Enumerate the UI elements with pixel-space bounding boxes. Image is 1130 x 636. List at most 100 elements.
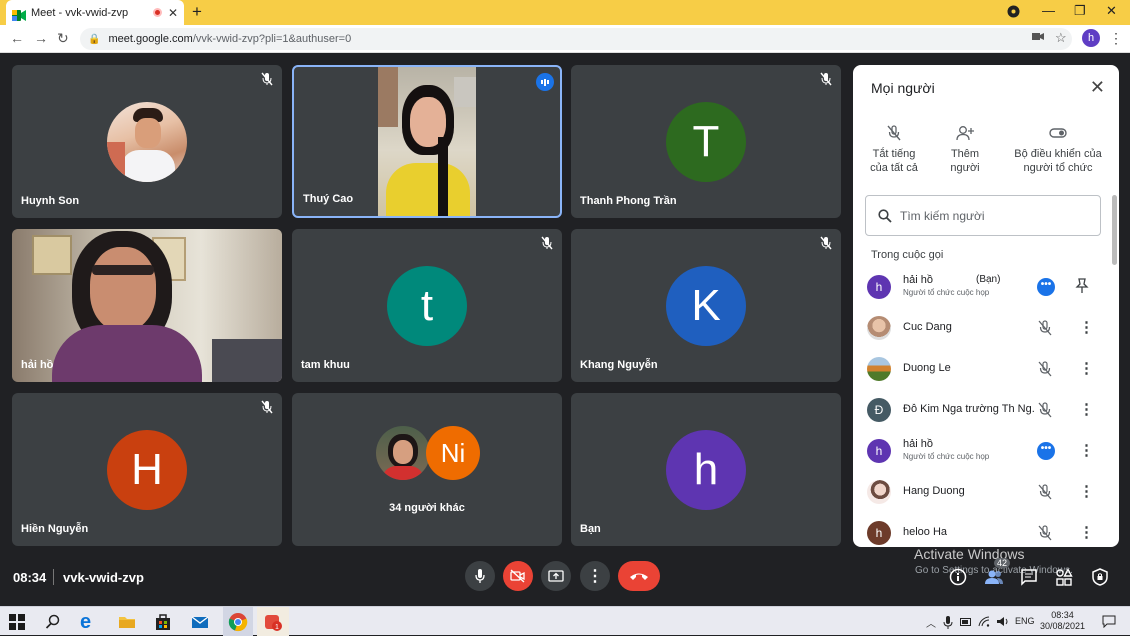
profile-avatar[interactable]: h — [1082, 29, 1100, 47]
participant-row[interactable]: h heloo Ha ⋮ — [853, 512, 1107, 547]
more-options-icon[interactable]: ⋮ — [1079, 441, 1094, 459]
host-controls-shield-icon[interactable] — [1091, 568, 1109, 586]
participant-avatar: H — [107, 430, 187, 510]
more-options-button[interactable]: ⋮ — [580, 561, 610, 591]
others-tile[interactable]: Ni 34 người khác — [292, 393, 562, 546]
chrome-taskbar-active[interactable] — [223, 607, 253, 636]
muted-mic-icon — [261, 72, 273, 86]
more-options-icon[interactable]: ⋮ — [1079, 482, 1094, 500]
browser-menu-icon[interactable]: ⋮ — [1109, 30, 1123, 47]
participant-row[interactable]: Cuc Dang ⋮ — [853, 307, 1107, 348]
hang-up-icon — [630, 573, 648, 580]
camera-in-use-icon[interactable] — [1032, 32, 1044, 44]
wifi-icon[interactable] — [978, 616, 990, 627]
svg-text:1: 1 — [275, 624, 279, 631]
host-controls-button[interactable]: Bộ điều khiển của người tổ chức — [1011, 125, 1105, 175]
tray-chevron-icon[interactable]: ︿ — [926, 615, 936, 630]
present-screen-icon — [548, 570, 564, 582]
participant-tile-active-speaker[interactable]: Thuý Cao — [292, 65, 562, 218]
url-field[interactable]: 🔒 meet.google.com/vvk-vwid-zvp?pli=1&aut… — [80, 28, 1072, 50]
search-icon[interactable] — [45, 614, 61, 630]
participant-tile[interactable]: hải hồ — [12, 229, 282, 382]
minimize-icon[interactable]: — — [1042, 3, 1055, 18]
end-call-button[interactable] — [618, 561, 660, 591]
participant-name: hải hồ — [21, 359, 54, 371]
volume-icon[interactable] — [996, 616, 1009, 627]
add-people-button[interactable]: Thêm người — [939, 125, 991, 175]
more-options-icon[interactable]: ⋮ — [1079, 318, 1094, 336]
present-screen-button[interactable] — [541, 561, 571, 591]
back-icon[interactable]: ← — [10, 30, 24, 46]
participant-tile[interactable]: Huynh Son — [12, 65, 282, 218]
participant-name: Hang Duong — [903, 485, 965, 497]
participant-name: Thuý Cao — [303, 193, 354, 205]
participant-row[interactable]: Đ Đỗ Kim Nga trường Th Ng... ⋮ — [853, 389, 1107, 430]
people-panel: Mọi người ✕ Tắt tiếng của tất cả Thêm ng… — [853, 65, 1119, 547]
restore-icon[interactable]: ❐ — [1074, 3, 1086, 19]
more-options-icon[interactable]: ⋮ — [1079, 359, 1094, 377]
media-control-icon[interactable] — [1007, 5, 1020, 21]
mic-icon — [475, 569, 485, 583]
others-photo-avatar — [376, 426, 430, 480]
participant-tile[interactable]: K Khang Nguyễn — [571, 229, 841, 382]
bookmark-star-icon[interactable]: ☆ — [1055, 30, 1067, 46]
file-explorer-icon[interactable] — [117, 612, 137, 632]
system-clock[interactable]: 08:34 30/08/2021 — [1040, 610, 1085, 632]
participant-tile[interactable]: T Thanh Phong Trần — [571, 65, 841, 218]
more-options-icon[interactable]: ⋮ — [1079, 400, 1094, 418]
participant-row[interactable]: Hang Duong ⋮ — [853, 471, 1107, 512]
more-options-icon[interactable]: ⋮ — [1079, 523, 1094, 541]
battery-icon[interactable] — [960, 617, 972, 627]
muted-mic-icon — [1038, 320, 1052, 336]
more-vert-icon: ⋮ — [587, 568, 603, 585]
meeting-details-icon[interactable] — [949, 568, 967, 586]
speaking-indicator-icon: ••• — [1037, 278, 1055, 296]
search-people-field[interactable] — [865, 195, 1101, 236]
windows-start-icon[interactable] — [9, 614, 25, 630]
participant-name: Hiền Nguyễn — [21, 523, 89, 535]
participant-tile[interactable]: t tam khuu — [292, 229, 562, 382]
activities-icon[interactable] — [1055, 568, 1073, 586]
tray-mic-icon[interactable] — [943, 616, 953, 629]
divider — [53, 569, 54, 585]
people-icon[interactable] — [984, 568, 1004, 586]
participant-role: Người tổ chức cuộc họp — [903, 288, 990, 297]
system-time: 08:34 — [1051, 610, 1074, 620]
store-icon[interactable] — [153, 612, 173, 632]
mute-all-button[interactable]: Tắt tiếng của tất cả — [865, 125, 923, 175]
edge-browser-icon[interactable]: e — [80, 612, 100, 632]
search-people-input[interactable] — [900, 208, 1080, 223]
notifications-icon[interactable] — [1102, 615, 1116, 628]
participant-name: Huynh Son — [21, 195, 80, 207]
participant-avatar: h — [867, 275, 891, 299]
microphone-button[interactable] — [465, 561, 495, 591]
participant-row[interactable]: h hải hồ Người tổ chức cuộc họp ••• ⋮ — [853, 430, 1107, 471]
participant-name: hải hồ — [903, 438, 933, 450]
app-taskbar-button[interactable]: 1 — [257, 607, 289, 636]
lock-icon: 🔒 — [88, 33, 101, 45]
pin-icon[interactable] — [1075, 278, 1089, 294]
input-language[interactable]: ENG — [1015, 616, 1035, 626]
speaking-indicator-icon — [536, 73, 554, 91]
participant-row[interactable]: h hải hồ (Bạn) Người tổ chức cuộc họp ••… — [853, 266, 1107, 307]
browser-tab[interactable]: Meet - vvk-vwid-zvp ✕ — [6, 0, 184, 25]
reload-icon[interactable]: ↻ — [57, 30, 69, 47]
new-tab-button[interactable]: + — [192, 2, 202, 22]
people-count-badge: 42 — [994, 558, 1011, 568]
panel-scrollbar[interactable] — [1112, 195, 1117, 265]
chat-icon[interactable] — [1020, 568, 1038, 586]
forward-icon[interactable]: → — [34, 30, 48, 46]
participant-avatar: Đ — [867, 398, 891, 422]
participant-video — [378, 67, 476, 216]
participant-row[interactable]: Duong Le ⋮ — [853, 348, 1107, 389]
participant-tile[interactable]: H Hiền Nguyễn — [12, 393, 282, 546]
meeting-time: 08:34 — [13, 570, 47, 585]
close-panel-icon[interactable]: ✕ — [1090, 77, 1105, 98]
camera-off-button[interactable] — [503, 561, 533, 591]
self-tile[interactable]: h Bạn — [571, 393, 841, 546]
close-tab-icon[interactable]: ✕ — [168, 6, 178, 20]
muted-mic-icon — [1038, 484, 1052, 500]
browser-tab-bar: Meet - vvk-vwid-zvp ✕ + — ❐ ✕ — [0, 0, 1130, 25]
close-window-icon[interactable]: ✕ — [1106, 3, 1117, 19]
mail-icon[interactable] — [190, 612, 210, 632]
